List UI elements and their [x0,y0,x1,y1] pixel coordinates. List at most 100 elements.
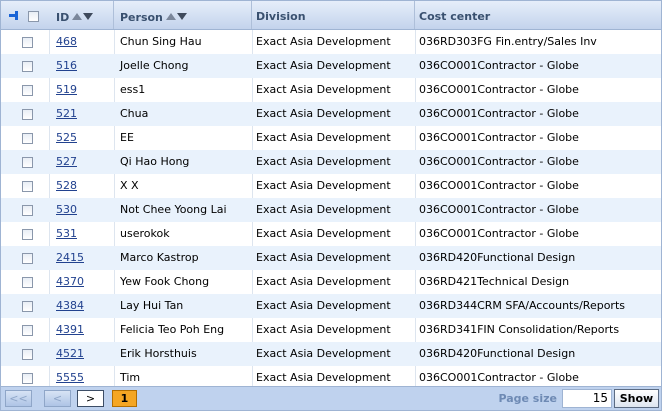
row-division: Exact Asia Development [256,299,391,312]
row-id-link[interactable]: 531 [56,222,77,246]
row-division: Exact Asia Development [256,155,391,168]
table-row[interactable]: 516 Joelle Chong Exact Asia Development 036… [1,54,661,78]
row-person: Qi Hao Hong [120,155,190,168]
column-header-person-label: Person [120,11,163,24]
pin-icon[interactable] [9,11,19,20]
table-row[interactable]: 530 Not Chee Yoong Lai Exact Asia Developm… [1,198,661,222]
page-size-input[interactable]: 15 [562,389,612,408]
row-id-link[interactable]: 4370 [56,270,84,294]
table-row[interactable]: 4521 Erik Horsthuis Exact Asia Development… [1,342,661,366]
row-division: Exact Asia Development [256,275,391,288]
row-person: Lay Hui Tan [120,299,184,312]
row-cost-center: 036CO001Contractor - Globe [419,131,579,144]
table-row[interactable]: 4391 Felicia Teo Poh Eng Exact Asia Develo… [1,318,661,342]
row-checkbox[interactable] [22,229,33,240]
first-page-button[interactable]: << [5,390,32,407]
column-header-person[interactable]: Person [114,1,252,29]
table-row[interactable]: 531 userokok Exact Asia Development 036CO00… [1,222,661,246]
column-header-division[interactable]: Division [252,1,415,29]
table-row[interactable]: 525 EE Exact Asia Development 036CO001Contr… [1,126,661,150]
row-checkbox[interactable] [22,277,33,288]
row-checkbox[interactable] [22,373,33,384]
row-checkbox[interactable] [22,349,33,360]
row-cost-center: 036CO001Contractor - Globe [419,107,579,120]
row-division: Exact Asia Development [256,35,391,48]
row-person: Not Chee Yoong Lai [120,203,227,216]
column-header-cost-center[interactable]: Cost center [415,1,661,29]
row-id-link[interactable]: 4391 [56,318,84,342]
row-checkbox[interactable] [22,253,33,264]
row-id-link[interactable]: 4521 [56,342,84,366]
current-page-button[interactable]: 1 [112,390,137,407]
column-header-id[interactable]: ID [49,1,114,29]
row-checkbox[interactable] [22,109,33,120]
row-person: Felicia Teo Poh Eng [120,323,225,336]
row-cost-center: 036CO001Contractor - Globe [419,155,579,168]
row-person: Marco Kastrop [120,251,199,264]
row-person: Erik Horsthuis [120,347,197,360]
table-row[interactable]: 521 Chua Exact Asia Development 036CO001Con… [1,102,661,126]
row-cost-center: 036CO001Contractor - Globe [419,179,579,192]
grid-header: ID Person Division Cost center [1,1,661,30]
show-button[interactable]: Show [614,389,659,408]
row-id-link[interactable]: 528 [56,174,77,198]
table-row[interactable]: 468 Chun Sing Hau Exact Asia Development 03… [1,30,661,54]
row-cost-center: 036CO001Contractor - Globe [419,59,579,72]
row-checkbox[interactable] [22,181,33,192]
row-person: EE [120,131,134,144]
row-person: X X [120,179,139,192]
table-row[interactable]: 4370 Yew Fook Chong Exact Asia Development… [1,270,661,294]
row-division: Exact Asia Development [256,107,391,120]
row-division: Exact Asia Development [256,251,391,264]
row-id-link[interactable]: 527 [56,150,77,174]
row-cost-center: 036RD344CRM SFA/Accounts/Reports [419,299,625,312]
row-id-link[interactable]: 521 [56,102,77,126]
row-id-link[interactable]: 530 [56,198,77,222]
row-checkbox[interactable] [22,61,33,72]
row-checkbox[interactable] [22,37,33,48]
row-division: Exact Asia Development [256,59,391,72]
sort-icon[interactable] [72,1,94,33]
row-cost-center: 036RD303FG Fin.entry/Sales Inv [419,35,597,48]
row-person: ess1 [120,83,146,96]
row-id-link[interactable]: 519 [56,78,77,102]
row-id-link[interactable]: 4384 [56,294,84,318]
row-person: Chua [120,107,149,120]
page-size-label: Page size [498,392,557,405]
row-id-link[interactable]: 2415 [56,246,84,270]
row-checkbox[interactable] [22,157,33,168]
table-row[interactable]: 519 ess1 Exact Asia Development 036CO001Con… [1,78,661,102]
row-checkbox[interactable] [22,301,33,312]
row-cost-center: 036CO001Contractor - Globe [419,227,579,240]
row-checkbox[interactable] [22,85,33,96]
sort-icon[interactable] [165,1,187,33]
row-division: Exact Asia Development [256,203,391,216]
column-header-division-label: Division [256,10,306,23]
row-id-link[interactable]: 525 [56,126,77,150]
row-id-link[interactable]: 468 [56,30,77,54]
table-row[interactable]: 528 X X Exact Asia Development 036CO001Cont… [1,174,661,198]
row-division: Exact Asia Development [256,323,391,336]
row-division: Exact Asia Development [256,227,391,240]
table-row[interactable]: 4384 Lay Hui Tan Exact Asia Development 036… [1,294,661,318]
row-division: Exact Asia Development [256,83,391,96]
person-grid: ID Person Division Cost center 468 Chun S… [0,0,662,411]
row-person: Yew Fook Chong [120,275,210,288]
prev-page-button[interactable]: < [44,390,71,407]
row-checkbox[interactable] [22,325,33,336]
row-person: userokok [120,227,170,240]
table-row[interactable]: 2415 Marco Kastrop Exact Asia Development 0… [1,246,661,270]
row-cost-center: 036CO001Contractor - Globe [419,203,579,216]
column-header-cost-center-label: Cost center [419,10,491,23]
next-page-button[interactable]: > [77,390,104,407]
row-cost-center: 036RD341FIN Consolidation/Reports [419,323,620,336]
row-cost-center: 036RD421Technical Design [419,275,570,288]
row-cost-center: 036RD420Functional Design [419,251,576,264]
select-all-checkbox[interactable] [28,11,39,22]
row-checkbox[interactable] [22,133,33,144]
row-person: Joelle Chong [120,59,189,72]
table-row[interactable]: 527 Qi Hao Hong Exact Asia Development 036C… [1,150,661,174]
row-division: Exact Asia Development [256,179,391,192]
row-checkbox[interactable] [22,205,33,216]
row-id-link[interactable]: 516 [56,54,77,78]
